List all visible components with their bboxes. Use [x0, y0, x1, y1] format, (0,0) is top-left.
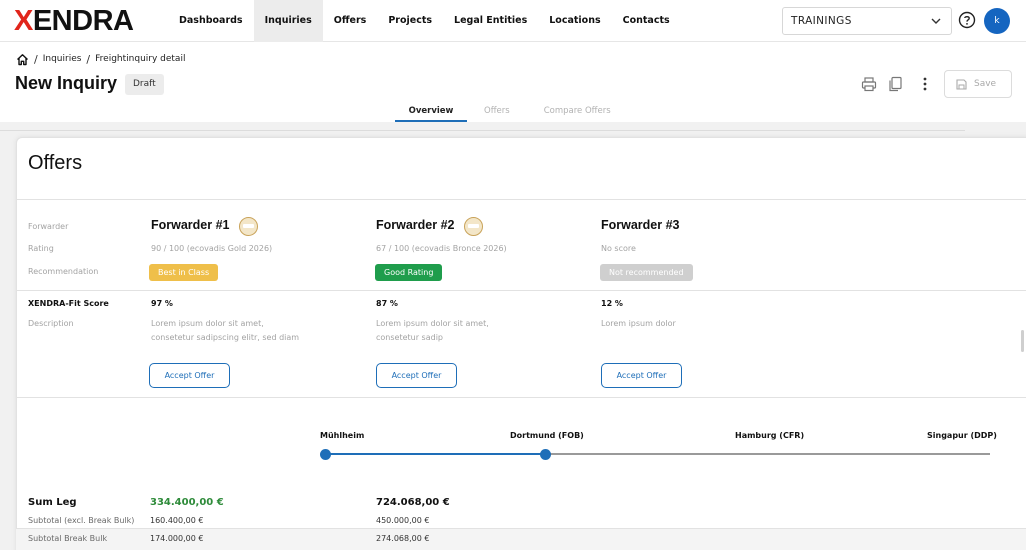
top-navigation-bar: XENDRA Dashboards Inquiries Offers Proje… — [0, 0, 1026, 42]
subtotal-value: 450.000,00 € — [376, 516, 430, 525]
help-circle-icon[interactable] — [958, 11, 976, 29]
fit-score: 97 % — [151, 299, 173, 308]
nav-item-locations[interactable]: Locations — [538, 0, 611, 42]
copy-icon[interactable] — [887, 76, 903, 92]
offers-section-title: Offers — [28, 152, 83, 174]
nav-item-contacts[interactable]: Contacts — [612, 0, 681, 42]
route-stop-marker[interactable] — [540, 449, 551, 460]
breadcrumb-separator: / — [86, 52, 91, 66]
home-icon[interactable] — [16, 53, 29, 66]
label-forwarder: Forwarder — [28, 222, 69, 231]
label-description: Description — [28, 319, 74, 328]
label-recommendation: Recommendation — [28, 267, 99, 276]
break-bulk-label: Subtotal Break Bulk — [28, 534, 108, 543]
divider — [16, 199, 1026, 200]
save-button[interactable]: Save — [944, 70, 1012, 98]
tab-compare-offers[interactable]: Compare Offers — [527, 100, 628, 122]
more-vertical-icon[interactable] — [917, 76, 933, 92]
forwarder-rating: 67 / 100 (ecovadis Bronce 2026) — [376, 244, 507, 253]
route-completed-line — [326, 453, 546, 455]
scrollbar-thumb[interactable] — [1021, 330, 1024, 352]
break-bulk-value: 274.068,00 € — [376, 534, 430, 543]
forwarder-description: Lorem ipsum dolor sit amet, consetetur s… — [376, 319, 489, 342]
accept-offer-button[interactable]: Accept Offer — [149, 363, 230, 388]
detail-tabs: Overview Offers Compare Offers — [395, 100, 628, 122]
forwarder-rating: 90 / 100 (ecovadis Gold 2026) — [151, 244, 273, 253]
divider — [16, 290, 1026, 291]
nav-item-offers[interactable]: Offers — [323, 0, 378, 42]
save-icon — [956, 79, 967, 90]
route-stop-label: Mühlheim — [320, 431, 365, 440]
route-pending-line — [546, 453, 990, 455]
chevron-down-icon — [931, 18, 941, 24]
accept-offer-button[interactable]: Accept Offer — [601, 363, 682, 388]
breadcrumb: / Inquiries / Freightinquiry detail — [16, 52, 185, 66]
fit-score: 87 % — [376, 299, 398, 308]
divider — [16, 397, 1026, 398]
user-avatar[interactable]: k — [984, 8, 1010, 34]
route-stop-marker[interactable] — [320, 449, 331, 460]
forwarder-name: Forwarder #3 — [601, 218, 680, 232]
forwarder-name: Forwarder #1 — [151, 218, 230, 232]
ecovadis-medal-icon — [239, 217, 258, 236]
workspace-select[interactable]: TRAININGS — [782, 7, 952, 35]
accept-offer-button[interactable]: Accept Offer — [376, 363, 457, 388]
subtotal-value: 160.400,00 € — [150, 516, 204, 525]
print-icon[interactable] — [861, 76, 877, 92]
forwarder-rating: No score — [601, 244, 636, 253]
recommendation-badge: Best in Class — [149, 264, 219, 281]
sum-leg-value: 724.068,00 € — [376, 497, 450, 508]
xendra-logo[interactable]: XENDRA — [14, 7, 134, 36]
nav-item-inquiries[interactable]: Inquiries — [253, 0, 323, 42]
subtotal-label: Subtotal (excl. Break Bulk) — [28, 516, 135, 525]
breadcrumb-current: Freightinquiry detail — [95, 54, 186, 64]
break-bulk-value: 174.000,00 € — [150, 534, 204, 543]
tab-overview[interactable]: Overview — [395, 100, 467, 122]
workspace-select-value: TRAININGS — [791, 15, 852, 27]
forwarder-description: Lorem ipsum dolor sit amet, consetetur s… — [151, 319, 300, 342]
recommendation-badge: Not recommended — [600, 264, 693, 281]
status-badge: Draft — [125, 74, 164, 95]
divider — [0, 130, 965, 131]
recommendation-badge: Good Rating — [375, 264, 443, 281]
forwarder-description: Lorem ipsum dolor — [601, 319, 676, 328]
route-stop-label: Hamburg (CFR) — [735, 431, 805, 440]
save-button-label: Save — [974, 79, 997, 89]
breadcrumb-separator: / — [34, 52, 38, 66]
sum-leg-label: Sum Leg — [28, 497, 77, 508]
fit-score: 12 % — [601, 299, 623, 308]
route-stop-label: Dortmund (FOB) — [510, 431, 584, 440]
forwarder-name: Forwarder #2 — [376, 218, 455, 232]
tab-offers[interactable]: Offers — [467, 100, 527, 122]
label-rating: Rating — [28, 244, 54, 253]
nav-item-legal-entities[interactable]: Legal Entities — [443, 0, 538, 42]
page-title: New Inquiry — [15, 73, 118, 93]
route-stop-label: Singapur (DDP) — [927, 431, 997, 440]
label-fit-score: XENDRA-Fit Score — [28, 299, 109, 308]
ecovadis-medal-icon — [464, 217, 483, 236]
sum-leg-value: 334.400,00 € — [150, 497, 224, 508]
breadcrumb-inquiries[interactable]: Inquiries — [43, 54, 82, 64]
nav-item-dashboards[interactable]: Dashboards — [168, 0, 254, 42]
nav-item-projects[interactable]: Projects — [377, 0, 443, 42]
main-nav: Dashboards Inquiries Offers Projects Leg… — [168, 0, 681, 42]
